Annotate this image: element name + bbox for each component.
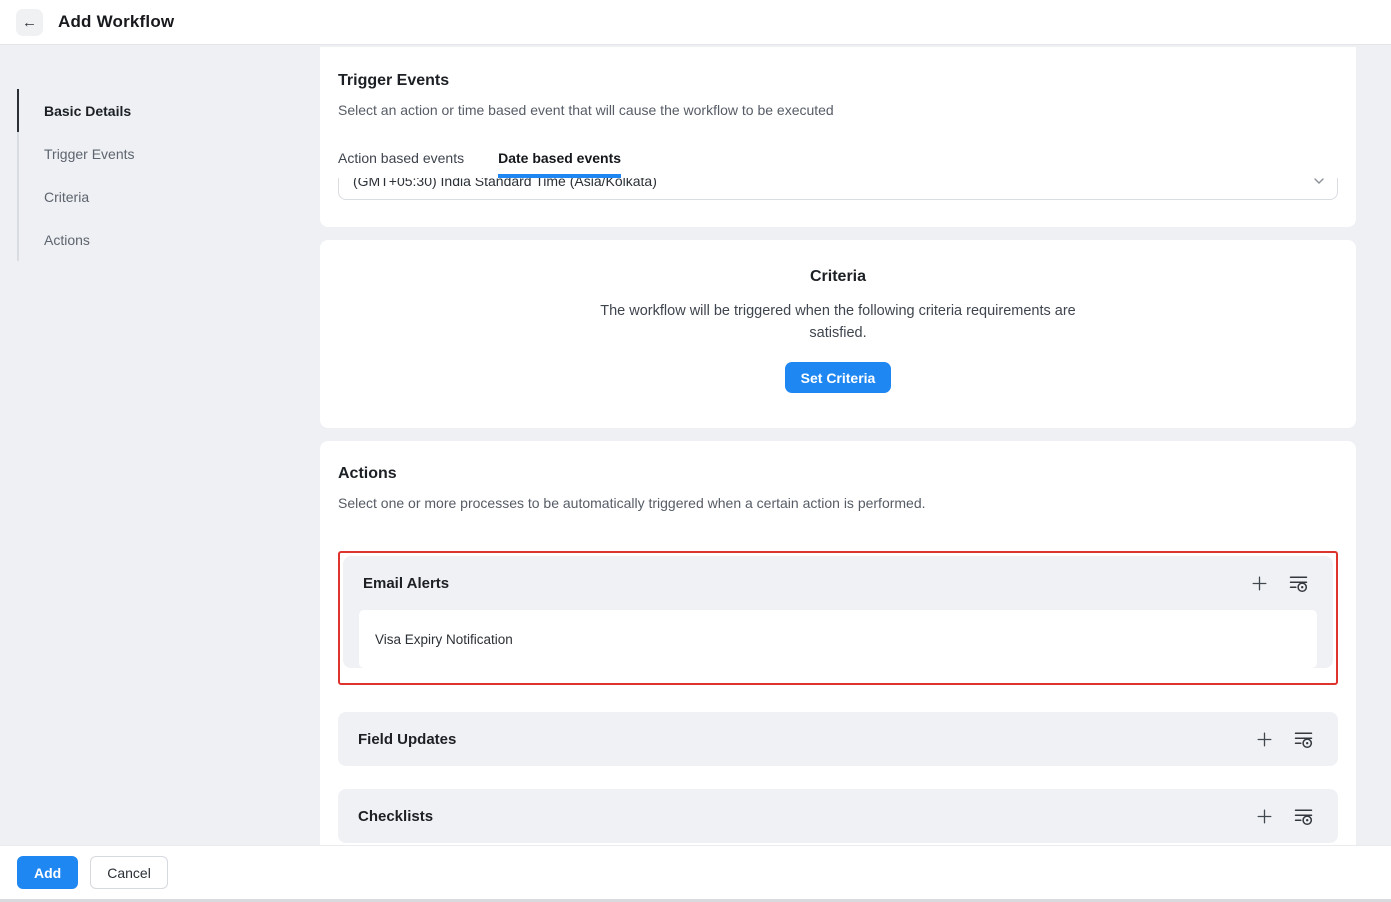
field-updates-section: Field Updates	[338, 712, 1338, 766]
actions-subtitle: Select one or more processes to be autom…	[338, 495, 1338, 511]
sidebar-item-actions[interactable]: Actions	[19, 218, 313, 261]
set-criteria-button[interactable]: Set Criteria	[785, 362, 892, 393]
checklists-log-button[interactable]	[1293, 806, 1314, 827]
sidebar-item-trigger-events[interactable]: Trigger Events	[19, 132, 313, 175]
criteria-card: Criteria The workflow will be triggered …	[320, 240, 1356, 428]
email-alerts-highlight-box: Email Alerts	[338, 551, 1338, 685]
criteria-description: The workflow will be triggered when the …	[573, 300, 1103, 344]
sidebar: Basic Details Trigger Events Criteria Ac…	[0, 45, 313, 845]
sidebar-item-basic-details[interactable]: Basic Details	[19, 89, 313, 132]
trigger-events-title: Trigger Events	[338, 72, 1338, 90]
tab-date-based-events[interactable]: Date based events	[498, 150, 621, 178]
criteria-title: Criteria	[320, 268, 1356, 286]
trigger-events-subtitle: Select an action or time based event tha…	[338, 102, 1338, 118]
sidebar-item-label: Basic Details	[44, 103, 131, 119]
email-alerts-header: Email Alerts	[343, 556, 1333, 610]
plus-icon	[1252, 576, 1267, 591]
field-updates-label: Field Updates	[358, 731, 1257, 748]
email-alerts-label: Email Alerts	[363, 575, 1252, 592]
arrow-left-icon: ←	[22, 15, 37, 30]
add-email-alert-button[interactable]	[1252, 576, 1267, 591]
tab-action-based-events[interactable]: Action based events	[338, 150, 464, 178]
add-checklist-button[interactable]	[1257, 809, 1272, 824]
sidebar-item-label: Trigger Events	[44, 146, 135, 162]
view-log-icon	[1288, 573, 1309, 594]
email-alerts-section: Email Alerts	[343, 556, 1333, 668]
add-field-update-button[interactable]	[1257, 732, 1272, 747]
field-updates-log-button[interactable]	[1293, 729, 1314, 750]
sidebar-item-label: Criteria	[44, 189, 89, 205]
chevron-down-icon	[1314, 178, 1324, 185]
view-log-icon	[1293, 729, 1314, 750]
trigger-tabs: Action based events Date based events	[338, 150, 1338, 178]
trigger-events-card: Trigger Events Select an action or time …	[320, 47, 1356, 227]
actions-title: Actions	[338, 465, 1338, 483]
email-alerts-log-button[interactable]	[1288, 573, 1309, 594]
checklists-header: Checklists	[338, 789, 1338, 843]
actions-card: Actions Select one or more processes to …	[320, 441, 1356, 845]
footer-bar: Add Cancel	[0, 845, 1391, 899]
field-updates-header: Field Updates	[338, 712, 1338, 766]
email-alert-item[interactable]: Visa Expiry Notification	[359, 610, 1317, 668]
content-area: Basic Details Trigger Events Criteria Ac…	[0, 45, 1391, 845]
workflow-steps: Basic Details Trigger Events Criteria Ac…	[17, 89, 313, 261]
back-button[interactable]: ←	[16, 9, 43, 36]
add-button[interactable]: Add	[17, 856, 78, 889]
page-title: Add Workflow	[58, 12, 174, 32]
add-workflow-page: ← Add Workflow Basic Details Trigger Eve…	[0, 0, 1391, 902]
plus-icon	[1257, 732, 1272, 747]
checklists-section: Checklists	[338, 789, 1338, 843]
top-bar: ← Add Workflow	[0, 0, 1391, 45]
checklists-label: Checklists	[358, 808, 1257, 825]
plus-icon	[1257, 809, 1272, 824]
sidebar-item-criteria[interactable]: Criteria	[19, 175, 313, 218]
main-column: Trigger Events Select an action or time …	[320, 45, 1356, 845]
cancel-button[interactable]: Cancel	[90, 856, 168, 889]
sidebar-item-label: Actions	[44, 232, 90, 248]
view-log-icon	[1293, 806, 1314, 827]
